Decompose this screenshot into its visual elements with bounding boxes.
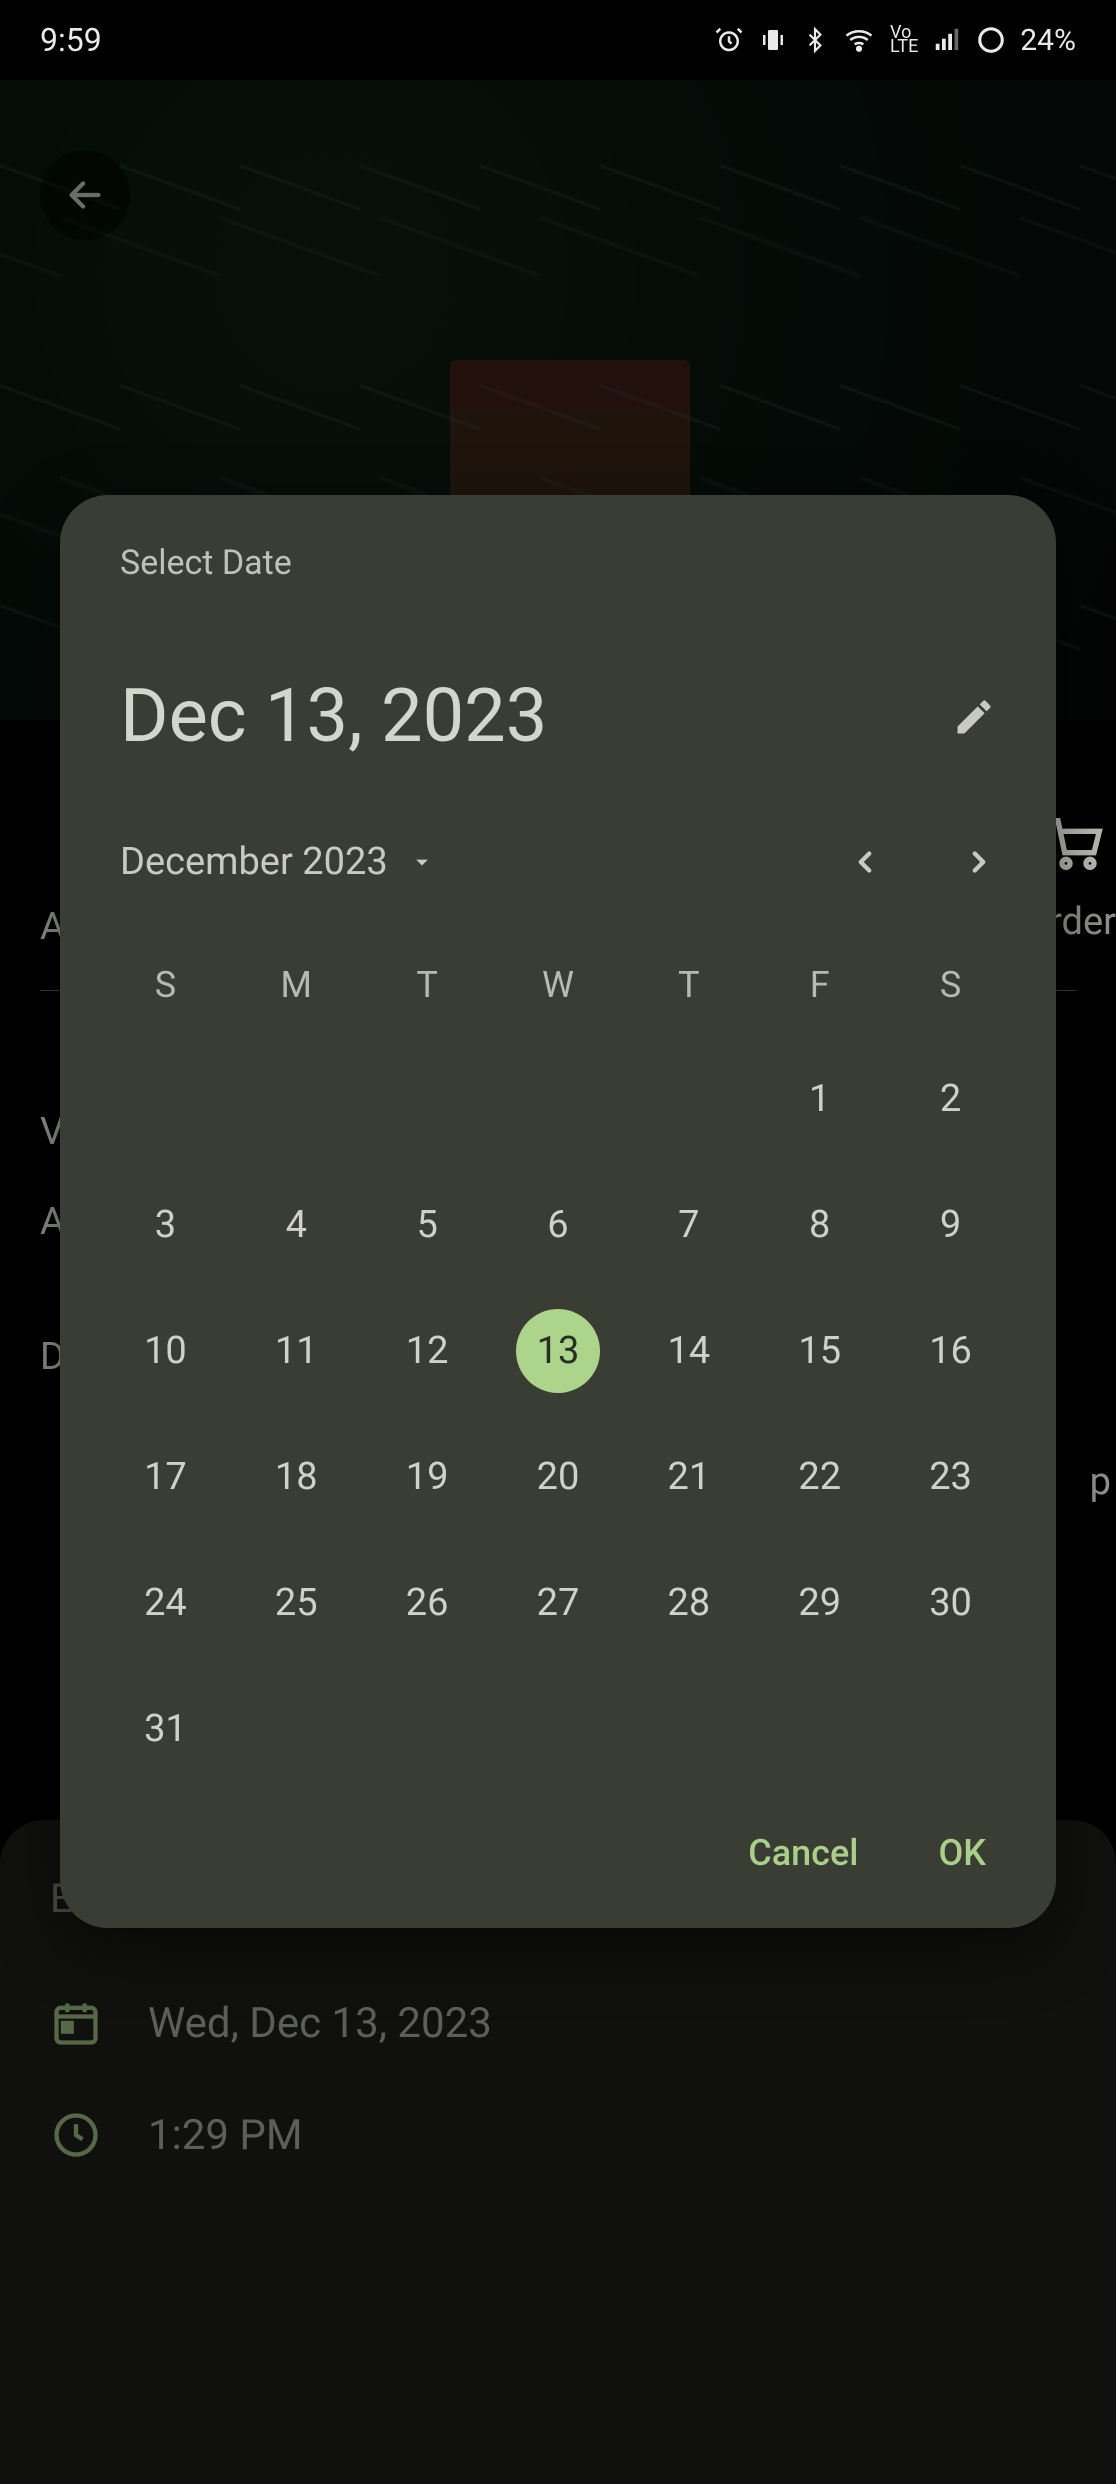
calendar-day[interactable]: 8 — [778, 1183, 862, 1267]
bluetooth-icon — [802, 25, 828, 55]
status-bar: 9:59 VoLTE 24% — [0, 0, 1116, 80]
alarm-icon — [714, 25, 744, 55]
weekday-label: T — [678, 964, 699, 1006]
date-row[interactable]: Wed, Dec 13, 2023 — [50, 1997, 1066, 2049]
data-saver-icon — [976, 25, 1006, 55]
calendar-icon — [50, 1997, 102, 2049]
calendar-day[interactable]: 1 — [778, 1057, 862, 1141]
calendar-day[interactable]: 20 — [516, 1435, 600, 1519]
bg-text-rder: rder — [1049, 900, 1116, 944]
weekday-label: S — [155, 964, 176, 1006]
chevron-left-icon — [848, 845, 882, 879]
calendar-day[interactable]: 13 — [516, 1309, 600, 1393]
weekday-label: F — [810, 964, 830, 1006]
edit-date-button[interactable] — [952, 695, 996, 739]
calendar-week-row: 31 — [100, 1666, 1016, 1792]
weekday-label: S — [940, 964, 961, 1006]
dialog-title: Select Date — [100, 543, 1016, 583]
calendar-day[interactable]: 24 — [123, 1561, 207, 1645]
weekday-label: T — [416, 964, 437, 1006]
calendar-day[interactable]: 7 — [647, 1183, 731, 1267]
prev-month-button[interactable] — [848, 845, 882, 879]
calendar-day[interactable]: 17 — [123, 1435, 207, 1519]
selected-date-headline: Dec 13, 2023 — [120, 673, 547, 760]
calendar-day[interactable]: 9 — [909, 1183, 993, 1267]
status-icons: VoLTE 24% — [714, 23, 1076, 58]
month-year-dropdown[interactable]: December 2023 — [120, 840, 436, 884]
time-row[interactable]: 1:29 PM — [50, 2109, 1066, 2161]
status-time: 9:59 — [40, 21, 102, 59]
ok-button[interactable]: OK — [938, 1832, 986, 1874]
calendar-day[interactable]: 16 — [909, 1309, 993, 1393]
month-year-label: December 2023 — [120, 840, 388, 884]
calendar-day[interactable]: 23 — [909, 1435, 993, 1519]
pencil-icon — [952, 695, 996, 739]
calendar-day[interactable]: 4 — [254, 1183, 338, 1267]
calendar-day[interactable]: 12 — [385, 1309, 469, 1393]
calendar-day[interactable]: 18 — [254, 1435, 338, 1519]
calendar-day[interactable]: 19 — [385, 1435, 469, 1519]
calendar-day[interactable]: 14 — [647, 1309, 731, 1393]
calendar-day[interactable]: 30 — [909, 1561, 993, 1645]
weekday-header: SMTWTFS — [100, 964, 1016, 1006]
calendar-day[interactable]: 27 — [516, 1561, 600, 1645]
wifi-icon — [842, 25, 876, 55]
calendar-week-row: 17 18 19 20 21 22 23 — [100, 1414, 1016, 1540]
cancel-button[interactable]: Cancel — [748, 1832, 858, 1874]
calendar-day[interactable]: 3 — [123, 1183, 207, 1267]
chevron-right-icon — [962, 845, 996, 879]
weekday-label: W — [542, 964, 574, 1006]
clock-icon — [50, 2109, 102, 2161]
calendar-day[interactable]: 10 — [123, 1309, 207, 1393]
calendar-day[interactable]: 6 — [516, 1183, 600, 1267]
signal-icon — [932, 25, 962, 55]
calendar-day[interactable]: 25 — [254, 1561, 338, 1645]
vibrate-icon — [758, 25, 788, 55]
calendar-week-row: 24 25 26 27 28 29 30 — [100, 1540, 1016, 1666]
volte-icon: VoLTE — [890, 26, 918, 54]
next-month-button[interactable] — [962, 845, 996, 879]
battery-percent: 24% — [1020, 23, 1076, 58]
date-line: Wed, Dec 13, 2023 — [148, 1999, 492, 2048]
date-picker-dialog: Select Date Dec 13, 2023 December 2023 S… — [60, 495, 1056, 1928]
calendar-day[interactable]: 15 — [778, 1309, 862, 1393]
bg-text-p: p — [1090, 1460, 1111, 1504]
calendar-day[interactable]: 26 — [385, 1561, 469, 1645]
calendar-week-row: 12 — [100, 1036, 1016, 1162]
calendar-day[interactable]: 29 — [778, 1561, 862, 1645]
calendar-day[interactable]: 22 — [778, 1435, 862, 1519]
time-line: 1:29 PM — [148, 2111, 303, 2160]
calendar-day[interactable]: 21 — [647, 1435, 731, 1519]
calendar-day[interactable]: 2 — [909, 1057, 993, 1141]
calendar-day[interactable]: 28 — [647, 1561, 731, 1645]
dropdown-icon — [408, 848, 436, 876]
calendar-week-row: 3456789 — [100, 1162, 1016, 1288]
calendar-week-row: 10 11 12 13 14 15 16 — [100, 1288, 1016, 1414]
weekday-label: M — [281, 964, 312, 1006]
calendar-day[interactable]: 5 — [385, 1183, 469, 1267]
calendar-day[interactable]: 11 — [254, 1309, 338, 1393]
calendar-day[interactable]: 31 — [123, 1687, 207, 1771]
